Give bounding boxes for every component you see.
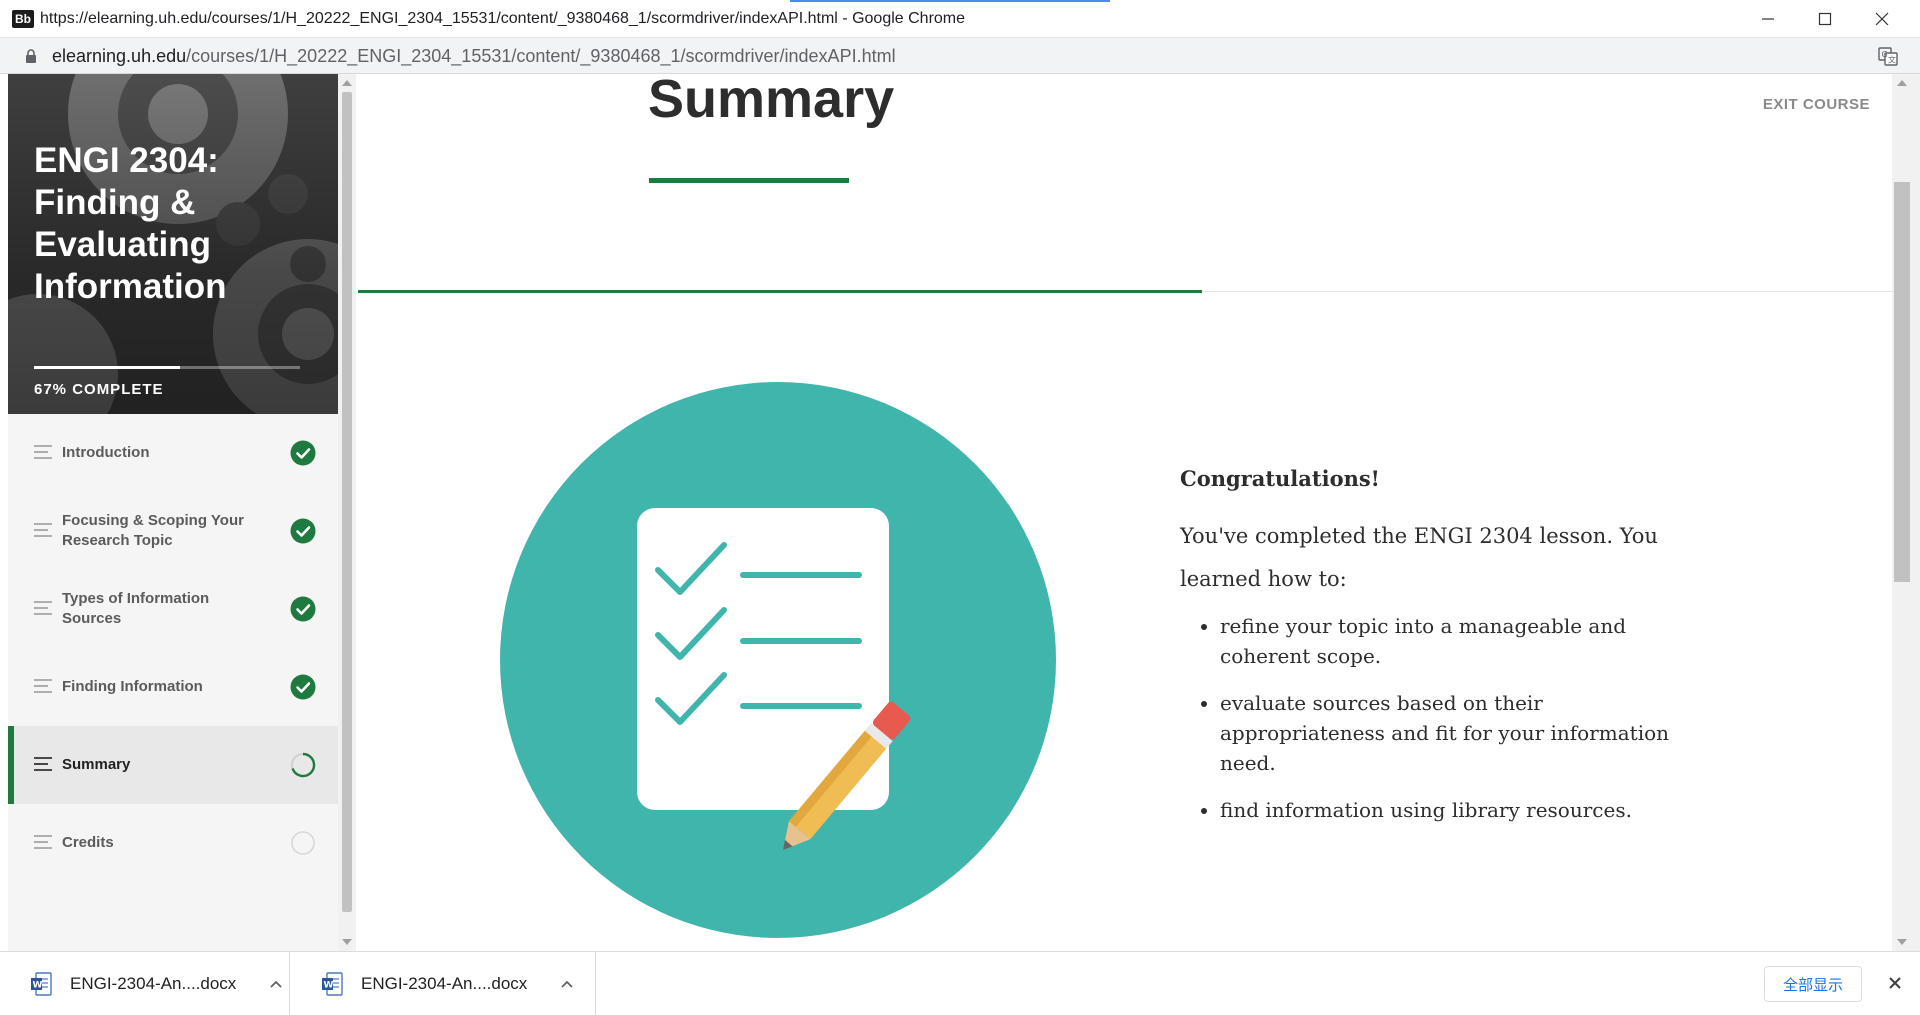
svg-text:W: W — [33, 980, 43, 990]
exit-course-button[interactable]: EXIT COURSE — [1763, 96, 1870, 113]
sidebar-lesson-item[interactable]: Types of Information Sources — [8, 570, 338, 648]
lesson-label: Credits — [62, 834, 114, 851]
learning-objectives-list: refine your topic into a manageable and … — [1180, 611, 1690, 825]
check-circle-icon — [290, 674, 316, 700]
course-title: ENGI 2304: Finding & Evaluating Informat… — [34, 141, 227, 306]
content-scrollbar-thumb[interactable] — [1894, 182, 1910, 582]
course-progress-bar — [34, 366, 300, 369]
download-item[interactable]: W ENGI-2304-An....docx — [291, 952, 596, 1015]
svg-text:文: 文 — [1888, 55, 1896, 65]
svg-text:G: G — [1882, 50, 1888, 59]
lesson-label: Finding Information — [62, 678, 203, 695]
sidebar-lesson-item[interactable]: Credits — [8, 804, 338, 882]
show-all-downloads-button[interactable]: 全部显示 — [1764, 966, 1862, 1002]
minimize-icon — [1762, 18, 1774, 20]
lesson-label: Introduction — [62, 444, 150, 461]
checklist-illustration — [500, 382, 1056, 938]
lesson-list-icon — [34, 679, 52, 693]
svg-text:W: W — [324, 980, 334, 990]
window-title-bar: Bb https://elearning.uh.edu/courses/1/H_… — [0, 0, 1920, 38]
close-icon — [1875, 12, 1889, 26]
objective-item: find information using library resources… — [1220, 795, 1690, 825]
check-circle-icon — [290, 596, 316, 622]
objective-item: evaluate sources based on their appropri… — [1220, 688, 1690, 778]
lesson-list: Introduction Focusing & Scoping Your Rese… — [8, 414, 338, 882]
scroll-down-arrow-icon[interactable] — [342, 939, 352, 945]
minimize-button[interactable] — [1740, 0, 1796, 38]
lesson-list-icon — [34, 757, 52, 771]
word-doc-icon: W — [322, 971, 343, 996]
empty-circle-icon — [291, 831, 315, 855]
url-path: /courses/1/H_20222_ENGI_2304_15531/conte… — [186, 46, 896, 66]
check-circle-icon — [290, 518, 316, 544]
scroll-up-arrow-icon[interactable] — [1897, 80, 1907, 86]
downloads-bar: W ENGI-2304-An....docx W ENGI-2304-An...… — [0, 951, 1920, 1015]
lesson-content: Summary EXIT COURSE Congratulations! You… — [358, 74, 1892, 951]
objective-item: refine your topic into a manageable and … — [1220, 611, 1690, 671]
download-filename: ENGI-2304-An....docx — [361, 973, 528, 993]
sidebar-lesson-item[interactable]: Introduction — [8, 414, 338, 492]
translate-icon[interactable]: G 文 — [1878, 46, 1898, 66]
url-domain: elearning.uh.edu — [52, 46, 187, 66]
lesson-progress-fill — [358, 290, 1202, 293]
scroll-up-arrow-icon[interactable] — [342, 80, 352, 86]
lesson-list-icon — [34, 601, 52, 615]
course-sidebar: ENGI 2304: Finding & Evaluating Informat… — [8, 74, 338, 951]
sidebar-lesson-item[interactable]: Summary — [8, 726, 338, 804]
download-item[interactable]: W ENGI-2304-An....docx — [0, 952, 290, 1015]
close-downloads-icon[interactable] — [1884, 972, 1906, 994]
lesson-title: Summary — [648, 74, 895, 129]
close-window-button[interactable] — [1854, 0, 1910, 38]
title-divider — [649, 178, 849, 183]
sidebar-scrollbar-thumb[interactable] — [342, 92, 352, 912]
address-bar[interactable]: elearning.uh.edu/courses/1/H_20222_ENGI_… — [0, 38, 1920, 74]
sidebar-scrollbar[interactable] — [338, 74, 356, 951]
maximize-icon — [1818, 12, 1832, 26]
word-doc-icon: W — [31, 971, 52, 996]
lesson-label: Types of Information Sources — [62, 590, 210, 627]
download-filename: ENGI-2304-An....docx — [70, 973, 237, 993]
scroll-down-arrow-icon[interactable] — [1897, 939, 1907, 945]
check-circle-icon — [290, 440, 316, 466]
summary-text: Congratulations! You've completed the EN… — [1180, 466, 1690, 842]
chevron-up-icon[interactable] — [266, 974, 286, 994]
tab-loading-bar — [790, 0, 1110, 2]
blackboard-logo-icon: Bb — [12, 10, 34, 28]
chevron-up-icon[interactable] — [557, 974, 577, 994]
course-header: ENGI 2304: Finding & Evaluating Informat… — [8, 74, 338, 414]
maximize-button[interactable] — [1797, 0, 1853, 38]
window-title: https://elearning.uh.edu/courses/1/H_202… — [40, 10, 966, 27]
lesson-list-icon — [34, 523, 52, 537]
course-progress-fill — [34, 366, 181, 369]
lesson-list-icon — [34, 835, 52, 849]
course-progress-text: 67% COMPLETE — [34, 381, 164, 398]
url-text[interactable]: elearning.uh.edu/courses/1/H_20222_ENGI_… — [52, 46, 896, 67]
congrats-heading: Congratulations! — [1180, 466, 1380, 491]
lesson-list-icon — [34, 445, 52, 459]
lesson-label: Focusing & Scoping Your Research Topic — [62, 512, 244, 549]
content-scrollbar[interactable] — [1892, 74, 1920, 951]
congrats-paragraph: You've completed the ENGI 2304 lesson. Y… — [1180, 524, 1658, 591]
sidebar-lesson-item[interactable]: Finding Information — [8, 648, 338, 726]
lock-icon[interactable] — [24, 49, 38, 63]
lesson-label: Summary — [62, 756, 131, 773]
sidebar-lesson-item[interactable]: Focusing & Scoping Your Research Topic — [8, 492, 338, 570]
in-progress-icon — [291, 752, 316, 778]
